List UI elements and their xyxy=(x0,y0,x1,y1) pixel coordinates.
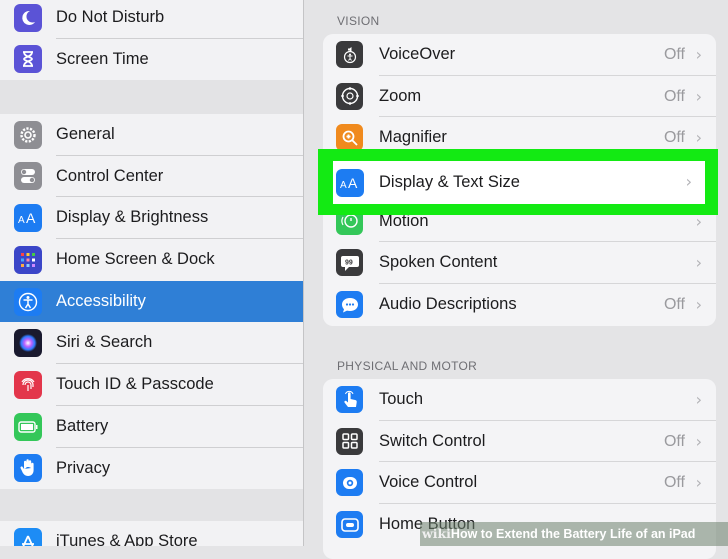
svg-text:A: A xyxy=(348,176,358,190)
sidebar-item-privacy[interactable]: Privacy xyxy=(0,448,303,490)
row-label: Audio Descriptions xyxy=(379,295,517,314)
row-value: Off xyxy=(663,46,685,63)
home-button-icon xyxy=(336,511,363,539)
row-label: Spoken Content xyxy=(379,253,498,272)
sidebar-item-control-center[interactable]: Control Center xyxy=(0,156,303,198)
chevron-right-icon: › xyxy=(695,45,702,64)
hand-icon xyxy=(14,454,42,483)
chevron-right-icon: › xyxy=(695,253,702,273)
sidebar-item-label: iTunes & App Store xyxy=(56,532,198,546)
sidebar-item-label: Display & Brightness xyxy=(56,208,209,227)
row-value: Off xyxy=(663,296,685,314)
row-label: Zoom xyxy=(379,86,422,105)
row-audio-descriptions[interactable]: Audio Descriptions Off › xyxy=(323,284,716,326)
svg-text:A: A xyxy=(18,215,25,225)
sidebar-item-label: Privacy xyxy=(56,458,111,477)
sidebar-item-itunes-app-store[interactable]: iTunes & App Store xyxy=(0,521,303,546)
sidebar-item-label: Screen Time xyxy=(56,49,149,68)
sidebar-group-store: iTunes & App Store xyxy=(0,521,303,546)
sidebar-item-accessibility[interactable]: Accessibility xyxy=(0,280,303,323)
sidebar-group-system: General Control Center AA Display & Brig… xyxy=(0,114,303,490)
row-voice-control[interactable]: Voice Control Off › xyxy=(323,462,716,505)
zoom-icon xyxy=(336,82,363,110)
chevron-right-icon: › xyxy=(695,473,702,493)
row-switch-control[interactable]: Switch Control Off › xyxy=(323,421,716,463)
voiceover-icon xyxy=(336,41,363,68)
toggles-icon xyxy=(14,162,42,191)
audio-description-icon xyxy=(336,291,363,319)
battery-icon xyxy=(14,412,42,441)
row-value: Off xyxy=(663,432,685,450)
settings-sidebar: Do Not Disturb Screen Time General Contr… xyxy=(0,0,304,546)
siri-icon xyxy=(14,329,42,358)
sidebar-item-battery[interactable]: Battery xyxy=(0,406,303,448)
accessibility-icon xyxy=(14,287,42,316)
watermark-banner: wikiHow to Extend the Battery Life of an… xyxy=(420,522,728,546)
watermark-brand: wiki xyxy=(422,526,451,541)
row-voiceover[interactable]: VoiceOver Off › xyxy=(323,34,716,76)
svg-text:A: A xyxy=(26,211,36,225)
sidebar-item-label: Touch ID & Passcode xyxy=(56,375,214,394)
magnifier-icon xyxy=(336,124,363,152)
sidebar-item-home-screen-dock[interactable]: Home Screen & Dock xyxy=(0,239,303,281)
sidebar-item-touch-id-passcode[interactable]: Touch ID & Passcode xyxy=(0,364,303,406)
sidebar-item-screen-time[interactable]: Screen Time xyxy=(0,39,303,81)
chevron-right-icon: › xyxy=(695,390,702,409)
sidebar-item-label: General xyxy=(56,125,115,143)
accessibility-detail-pane: VISION VoiceOver Off › Zoom Off › Magnif… xyxy=(304,0,728,559)
sidebar-item-label: Control Center xyxy=(56,166,164,185)
sidebar-item-do-not-disturb[interactable]: Do Not Disturb xyxy=(0,0,303,39)
text-size-icon: AA xyxy=(14,204,42,233)
hourglass-icon xyxy=(14,45,42,74)
chevron-right-icon: › xyxy=(695,295,702,315)
sidebar-item-siri-search[interactable]: Siri & Search xyxy=(0,322,303,365)
gear-icon xyxy=(14,120,42,149)
sidebar-group-focus: Do Not Disturb Screen Time xyxy=(0,0,303,81)
row-label: Display & Text Size xyxy=(379,173,520,191)
row-value: Off xyxy=(663,474,685,492)
text-size-icon: AA xyxy=(336,169,364,197)
row-zoom[interactable]: Zoom Off › xyxy=(323,76,716,118)
sidebar-item-label: Do Not Disturb xyxy=(56,8,165,26)
switch-grid-icon xyxy=(336,427,363,455)
row-value: Off xyxy=(663,87,685,105)
row-label: VoiceOver xyxy=(379,45,456,63)
sidebar-item-display-brightness[interactable]: AA Display & Brightness xyxy=(0,197,303,240)
row-label: Switch Control xyxy=(379,431,486,450)
watermark-prefix: How xyxy=(450,527,478,541)
row-label: Voice Control xyxy=(379,473,478,492)
chevron-right-icon: › xyxy=(695,86,702,106)
sidebar-item-label: Home Screen & Dock xyxy=(56,250,215,269)
chevron-right-icon: › xyxy=(695,431,702,451)
sidebar-item-label: Battery xyxy=(56,416,109,435)
touch-hand-icon xyxy=(336,386,363,413)
section-title-physical-motor: PHYSICAL AND MOTOR xyxy=(337,359,478,373)
svg-text:A: A xyxy=(340,180,347,190)
sidebar-item-general[interactable]: General xyxy=(0,114,303,156)
moon-icon xyxy=(14,3,42,32)
watermark-text: to Extend the Battery Life of an iPad xyxy=(477,527,696,541)
speech-bubble-icon: 99 xyxy=(336,249,363,277)
row-spoken-content[interactable]: 99 Spoken Content › xyxy=(323,242,716,285)
fingerprint-icon xyxy=(14,370,42,399)
row-label: Touch xyxy=(379,390,424,408)
sidebar-item-label: Accessibility xyxy=(56,291,146,310)
app-store-icon xyxy=(14,527,42,546)
row-touch[interactable]: Touch › xyxy=(323,379,716,421)
app-grid-icon xyxy=(14,245,42,274)
sidebar-item-label: Siri & Search xyxy=(56,333,153,352)
voice-control-icon xyxy=(336,469,363,497)
chevron-right-icon: › xyxy=(685,172,692,191)
svg-text:99: 99 xyxy=(345,259,353,266)
section-title-vision: VISION xyxy=(337,14,380,28)
row-display-text-size[interactable]: AA Display & Text Size › xyxy=(318,149,718,215)
